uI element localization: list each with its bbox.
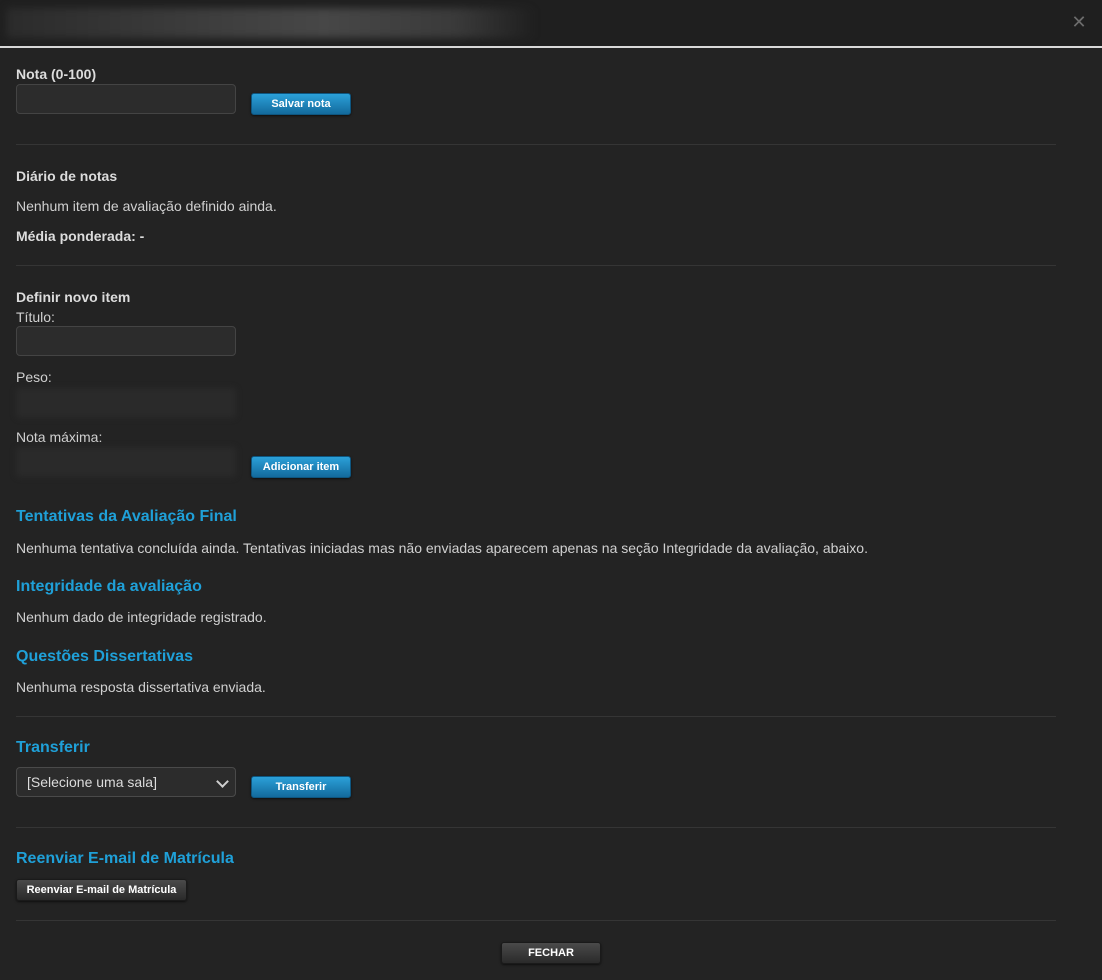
gradebook-empty-text: Nenhum item de avaliação definido ainda. — [16, 198, 277, 214]
transfer-button[interactable]: Transferir — [251, 776, 351, 798]
divider — [16, 827, 1056, 828]
divider — [16, 920, 1056, 921]
save-grade-button[interactable]: Salvar nota — [251, 93, 351, 115]
grade-input[interactable] — [16, 84, 236, 114]
weighted-average: Média ponderada: - — [16, 228, 145, 244]
essays-title: Questões Dissertativas — [16, 648, 193, 665]
transfer-title: Transferir — [16, 739, 90, 756]
final-attempts-text: Nenhuma tentativa concluída ainda. Tenta… — [16, 540, 868, 556]
add-item-button[interactable]: Adicionar item — [251, 456, 351, 478]
close-button[interactable]: FECHAR — [501, 942, 601, 964]
room-select-value: [Selecione uma sala] — [27, 774, 157, 790]
grade-label: Nota (0-100) — [16, 66, 97, 82]
essays-text: Nenhuma resposta dissertativa enviada. — [16, 679, 266, 695]
close-icon[interactable]: ✕ — [1070, 14, 1088, 32]
final-attempts-title: Tentativas da Avaliação Final — [16, 508, 237, 525]
weight-label: Peso: — [16, 369, 52, 385]
dialog-title-blurred — [6, 8, 536, 38]
max-grade-input[interactable] — [16, 447, 236, 477]
new-item-title: Definir novo item — [16, 289, 131, 305]
integrity-text: Nenhum dado de integridade registrado. — [16, 609, 267, 625]
max-grade-label: Nota máxima: — [16, 429, 103, 445]
dialog-titlebar: ✕ — [0, 0, 1102, 48]
gradebook-title: Diário de notas — [16, 168, 118, 184]
weight-input[interactable] — [16, 388, 236, 418]
resend-title: Reenviar E-mail de Matrícula — [16, 850, 234, 867]
item-title-input[interactable] — [16, 326, 236, 356]
integrity-title: Integridade da avaliação — [16, 578, 202, 595]
item-title-label: Título: — [16, 309, 55, 325]
divider — [16, 144, 1056, 145]
room-select[interactable]: [Selecione uma sala] — [16, 767, 236, 797]
resend-email-button[interactable]: Reenviar E-mail de Matrícula — [16, 879, 187, 901]
divider — [16, 716, 1056, 717]
chevron-down-icon — [216, 775, 229, 788]
divider — [16, 265, 1056, 266]
